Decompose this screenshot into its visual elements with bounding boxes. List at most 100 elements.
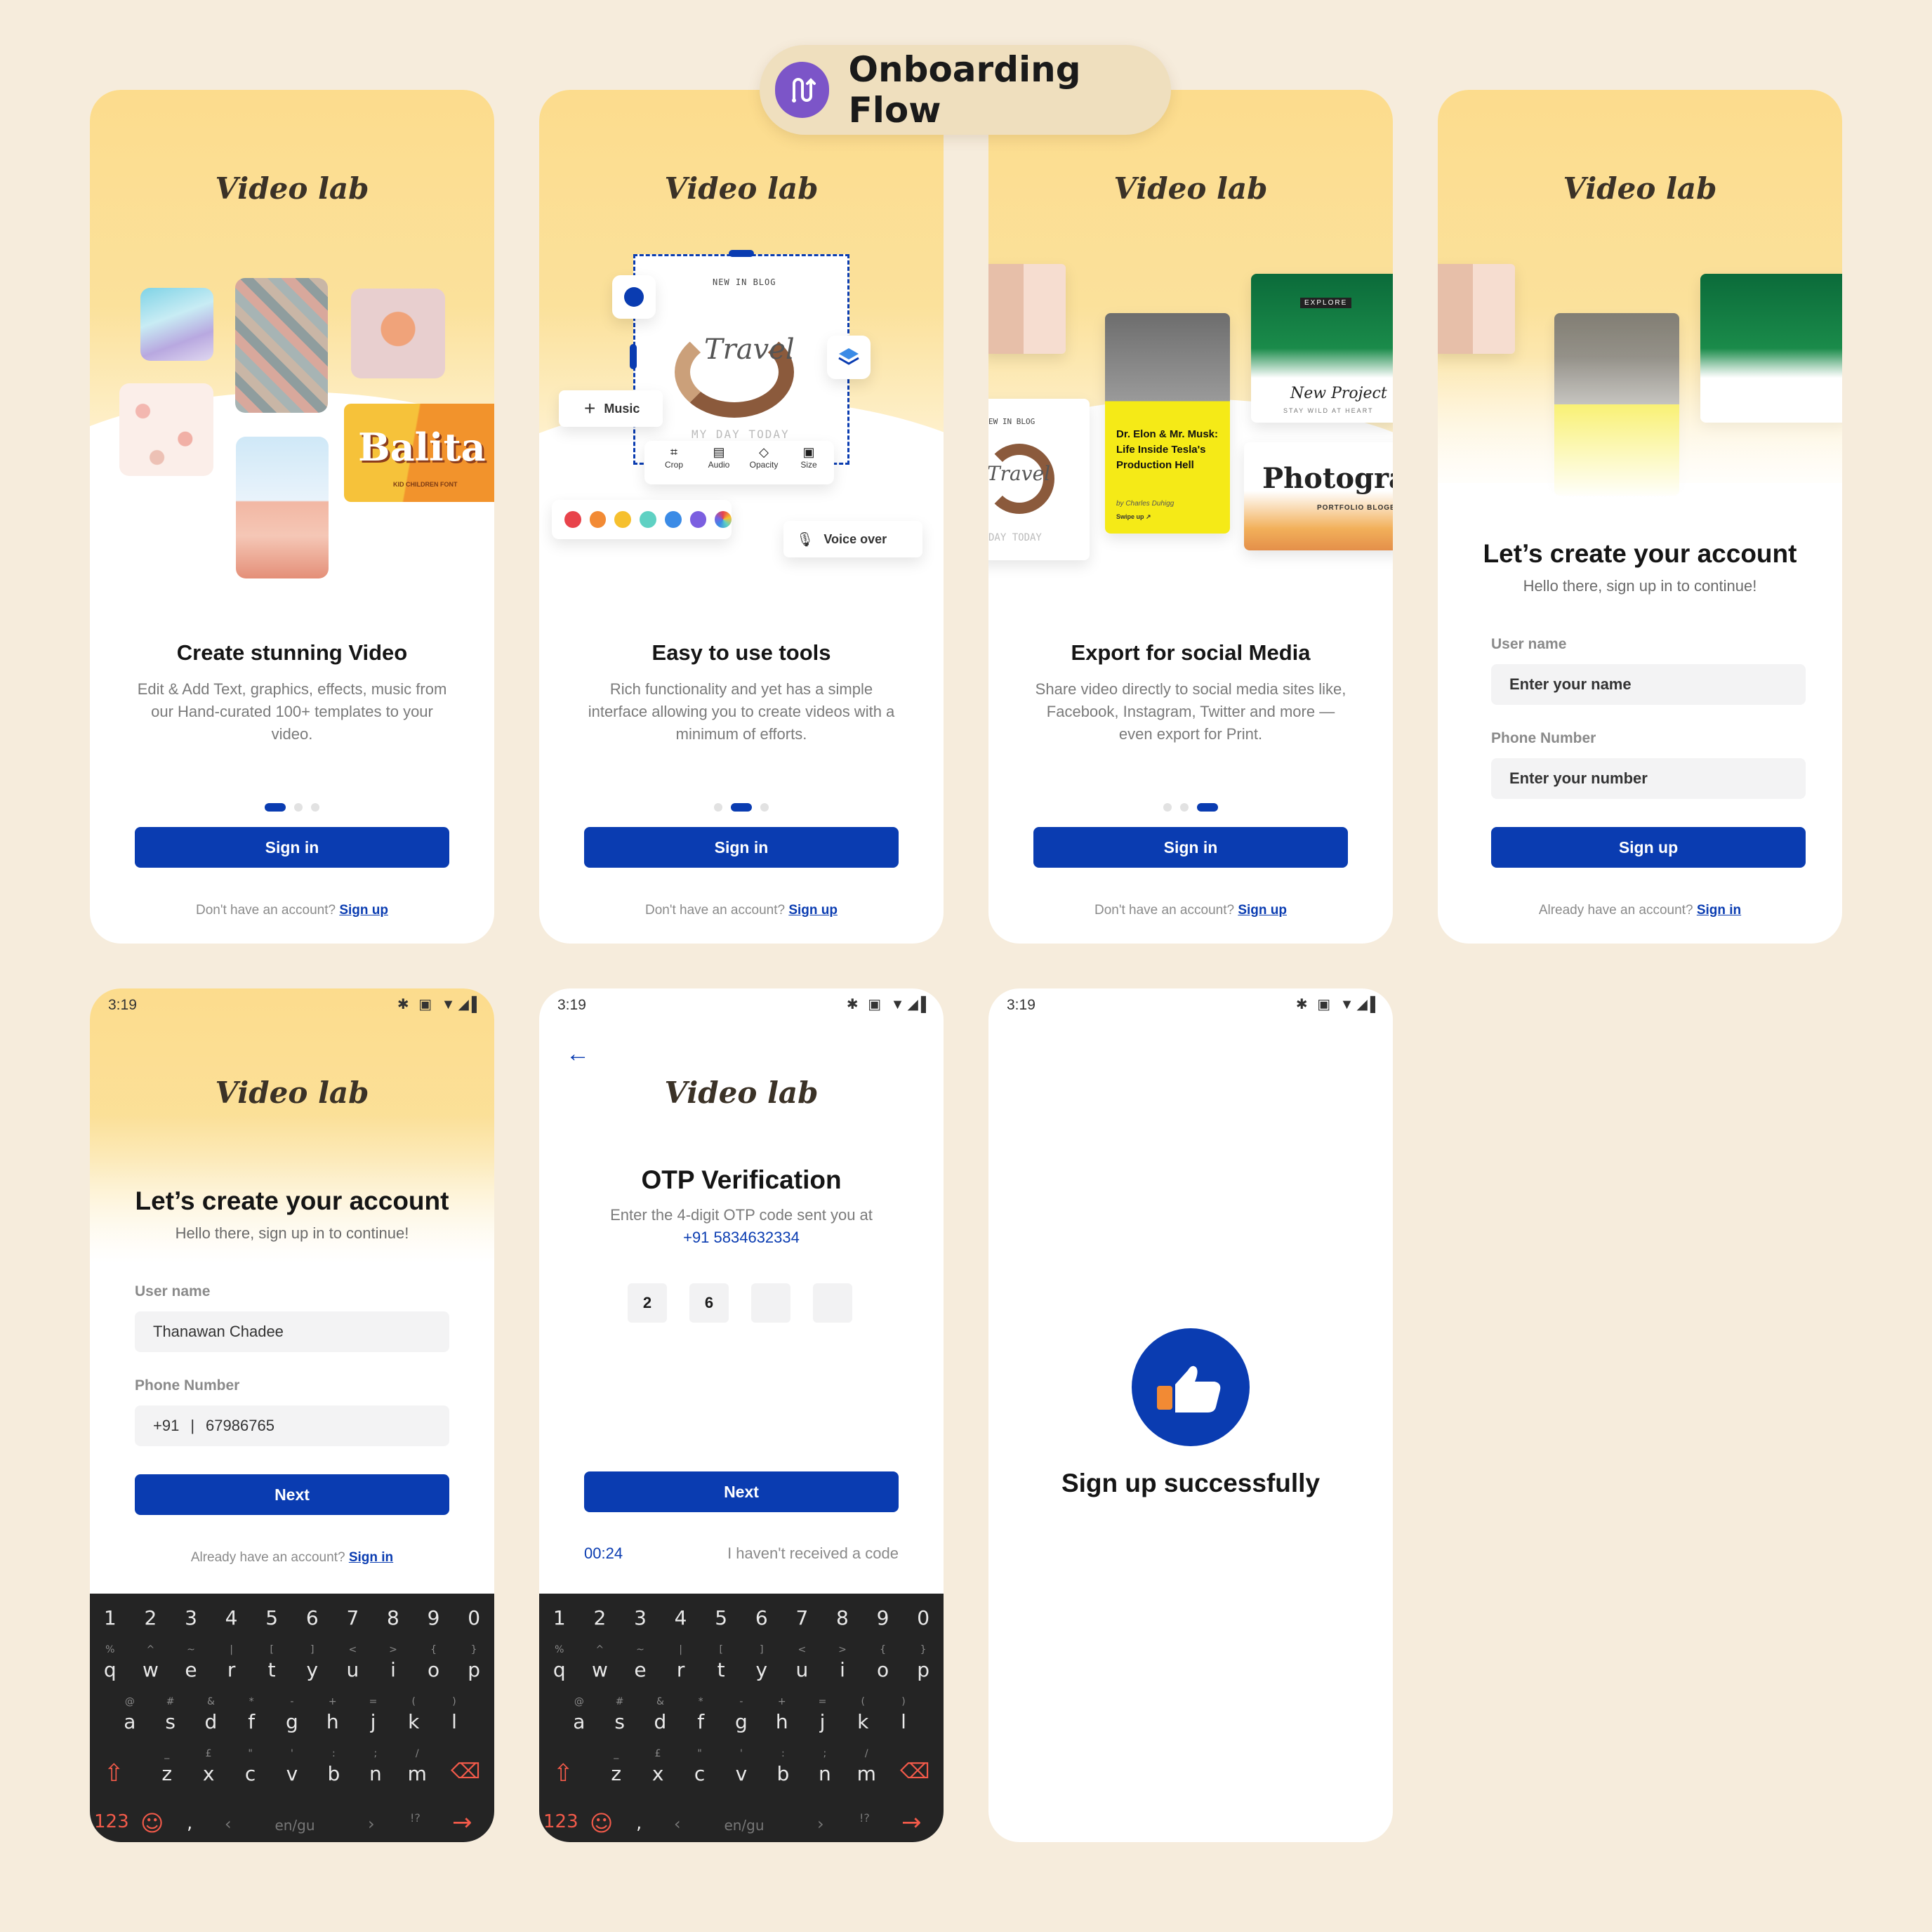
sign-in-button[interactable]: Sign in bbox=[1033, 827, 1348, 868]
otp-digit-1[interactable]: 2 bbox=[628, 1283, 667, 1323]
enter-key-icon[interactable]: → bbox=[452, 1808, 472, 1837]
key-r[interactable]: | r bbox=[664, 1644, 698, 1681]
key-9[interactable]: 9 bbox=[866, 1606, 900, 1629]
tool-opacity[interactable]: ◇ Opacity bbox=[744, 445, 783, 470]
key-o[interactable]: {o bbox=[417, 1644, 451, 1681]
key-3[interactable]: 3 bbox=[623, 1606, 657, 1629]
comma-key[interactable]: , bbox=[187, 1813, 192, 1834]
otp-digit-3[interactable] bbox=[751, 1283, 790, 1323]
sign-in-link[interactable]: Sign in bbox=[1697, 903, 1741, 918]
right-arrow-key[interactable]: › bbox=[368, 1814, 375, 1834]
key-o[interactable]: {o bbox=[866, 1644, 900, 1681]
key-d[interactable]: & d bbox=[194, 1696, 227, 1733]
sign-up-link[interactable]: Sign up bbox=[339, 903, 388, 918]
key-c[interactable]: " c bbox=[234, 1748, 267, 1785]
space-key[interactable]: en/gu bbox=[710, 1817, 778, 1834]
music-button[interactable]: + Music bbox=[559, 390, 663, 427]
color-swatch[interactable] bbox=[564, 511, 581, 528]
key-f[interactable]: * f bbox=[234, 1696, 268, 1733]
color-swatch[interactable] bbox=[614, 511, 632, 528]
key-j[interactable]: = j bbox=[805, 1696, 839, 1733]
key-h[interactable]: + h bbox=[316, 1696, 350, 1733]
key-t[interactable]: [t bbox=[255, 1644, 289, 1681]
color-swatch[interactable] bbox=[664, 511, 682, 528]
punctuation-key[interactable]: !? bbox=[859, 1811, 870, 1825]
sign-in-link[interactable]: Sign in bbox=[349, 1550, 393, 1565]
key-y[interactable]: ] y bbox=[296, 1644, 329, 1681]
key-7[interactable]: 7 bbox=[336, 1606, 369, 1629]
key-n[interactable]: ; n bbox=[359, 1748, 392, 1785]
key-6[interactable]: 6 bbox=[745, 1606, 779, 1629]
key-l[interactable]: ) l bbox=[437, 1696, 471, 1733]
key-9[interactable]: 9 bbox=[417, 1606, 451, 1629]
left-arrow-key[interactable]: ‹ bbox=[674, 1814, 681, 1834]
key-4[interactable]: 4 bbox=[664, 1606, 698, 1629]
left-arrow-key[interactable]: ‹ bbox=[225, 1814, 232, 1834]
emoji-key-icon[interactable]: ☺ bbox=[590, 1810, 613, 1837]
resend-code-link[interactable]: I haven't received a code bbox=[727, 1544, 899, 1563]
sign-up-link[interactable]: Sign up bbox=[1238, 903, 1287, 918]
space-key[interactable]: en/gu bbox=[261, 1817, 329, 1834]
mode-switch-key[interactable]: 123 bbox=[94, 1811, 129, 1832]
key-3[interactable]: 3 bbox=[174, 1606, 208, 1629]
key-8[interactable]: 8 bbox=[826, 1606, 859, 1629]
key-u[interactable]: < u bbox=[336, 1644, 369, 1681]
key-v[interactable]: ' v bbox=[275, 1748, 309, 1785]
otp-digit-2[interactable]: 6 bbox=[689, 1283, 729, 1323]
key-s[interactable]: # s bbox=[154, 1696, 187, 1733]
key-5[interactable]: 5 bbox=[255, 1606, 289, 1629]
key-h[interactable]: + h bbox=[765, 1696, 799, 1733]
mode-switch-key[interactable]: 123 bbox=[543, 1811, 578, 1832]
key-6[interactable]: 6 bbox=[296, 1606, 329, 1629]
phone-field[interactable]: Enter your number bbox=[1491, 758, 1806, 799]
key-x[interactable]: £ x bbox=[192, 1748, 225, 1785]
key-i[interactable]: > i bbox=[826, 1644, 859, 1681]
key-v[interactable]: ' v bbox=[724, 1748, 758, 1785]
key-u[interactable]: < u bbox=[785, 1644, 819, 1681]
backspace-key-icon[interactable]: ⌫ bbox=[451, 1759, 480, 1784]
key-e[interactable]: ~ e bbox=[174, 1644, 208, 1681]
key-a[interactable]: @ a bbox=[562, 1696, 596, 1733]
key-2[interactable]: 2 bbox=[583, 1606, 616, 1629]
key-e[interactable]: ~ e bbox=[623, 1644, 657, 1681]
key-i[interactable]: > i bbox=[376, 1644, 410, 1681]
key-b[interactable]: :b bbox=[317, 1748, 350, 1785]
key-j[interactable]: = j bbox=[356, 1696, 390, 1733]
color-swatch[interactable] bbox=[640, 511, 656, 528]
key-p[interactable]: } p bbox=[457, 1644, 491, 1681]
key-m[interactable]: / m bbox=[849, 1748, 883, 1785]
key-p[interactable]: } p bbox=[906, 1644, 940, 1681]
key-4[interactable]: 4 bbox=[215, 1606, 249, 1629]
back-arrow-icon[interactable]: ← bbox=[566, 1040, 590, 1068]
tool-crop[interactable]: ⌗ Crop bbox=[654, 445, 694, 470]
key-m[interactable]: / m bbox=[400, 1748, 434, 1785]
key-z[interactable]: _ z bbox=[150, 1748, 184, 1785]
layers-tool-button[interactable] bbox=[827, 336, 871, 379]
key-0[interactable]: 0 bbox=[457, 1606, 491, 1629]
next-button[interactable]: Next bbox=[135, 1474, 449, 1515]
key-2[interactable]: 2 bbox=[133, 1606, 167, 1629]
username-field[interactable]: Enter your name bbox=[1491, 664, 1806, 705]
canvas-top-handle[interactable] bbox=[729, 250, 754, 257]
key-8[interactable]: 8 bbox=[376, 1606, 410, 1629]
otp-digit-4[interactable] bbox=[813, 1283, 852, 1323]
key-n[interactable]: ; n bbox=[808, 1748, 842, 1785]
key-t[interactable]: [t bbox=[704, 1644, 738, 1681]
key-s[interactable]: # s bbox=[603, 1696, 637, 1733]
enter-key-icon[interactable]: → bbox=[901, 1808, 922, 1837]
sign-in-button[interactable]: Sign in bbox=[135, 827, 449, 868]
key-b[interactable]: :b bbox=[766, 1748, 800, 1785]
color-swatch[interactable] bbox=[589, 511, 607, 528]
country-code[interactable]: +91 bbox=[153, 1417, 179, 1435]
key-x[interactable]: £ x bbox=[641, 1748, 675, 1785]
color-wheel-icon[interactable] bbox=[715, 511, 732, 528]
right-arrow-key[interactable]: › bbox=[817, 1814, 824, 1834]
comma-key[interactable]: , bbox=[636, 1813, 642, 1834]
key-1[interactable]: 1 bbox=[543, 1606, 576, 1629]
key-q[interactable]: % q bbox=[543, 1644, 576, 1681]
key-0[interactable]: 0 bbox=[906, 1606, 940, 1629]
key-k[interactable]: (k bbox=[397, 1696, 430, 1733]
key-5[interactable]: 5 bbox=[704, 1606, 738, 1629]
key-l[interactable]: ) l bbox=[887, 1696, 920, 1733]
shift-key-icon[interactable]: ⇧ bbox=[553, 1759, 574, 1787]
